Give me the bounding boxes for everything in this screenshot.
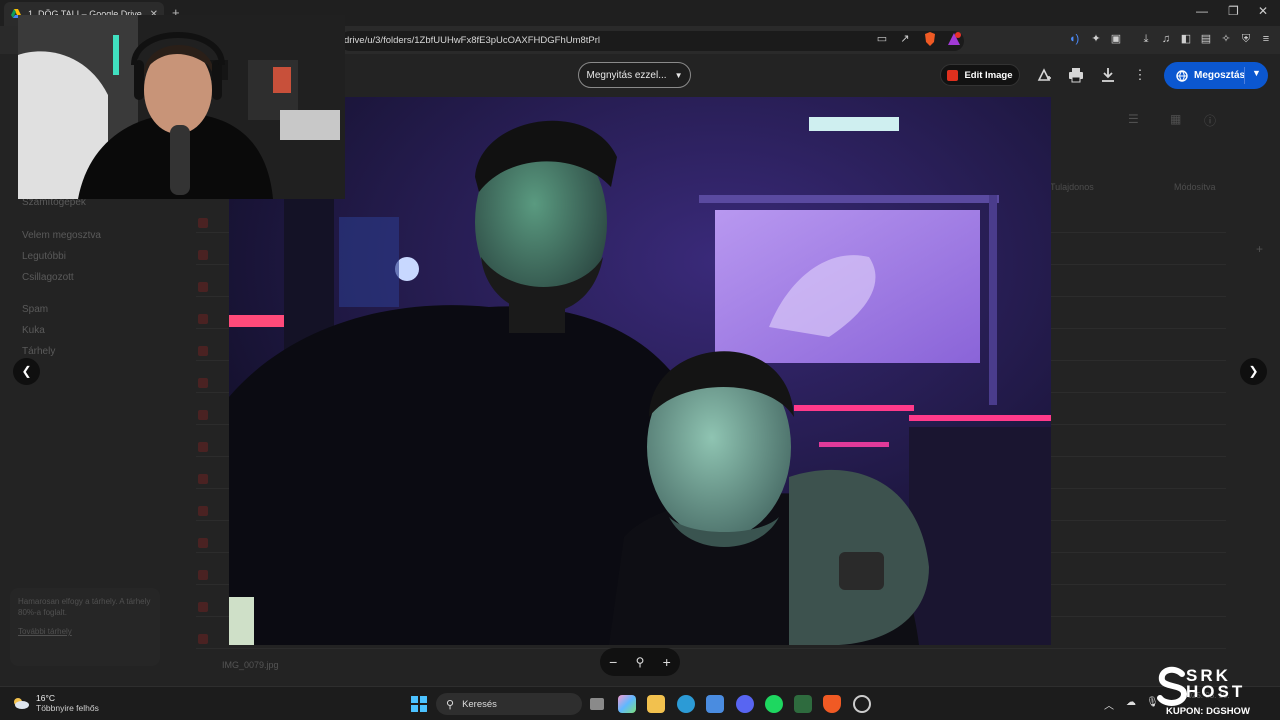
terminal-icon[interactable] bbox=[794, 695, 812, 713]
image-file-icon bbox=[198, 538, 208, 548]
address-bar[interactable]: drive/u/3/folders/1ZbfUUHwFx8fE3pUcOAXFH… bbox=[340, 31, 964, 51]
list-view-icon: ☰ bbox=[1128, 112, 1139, 126]
sidebar-item-trash: Kuka bbox=[22, 325, 45, 336]
sidebar-item-storage: Tárhely bbox=[22, 346, 56, 357]
search-icon: ⚲ bbox=[446, 698, 455, 711]
image-file-icon bbox=[198, 634, 208, 644]
copilot-icon[interactable] bbox=[618, 695, 636, 713]
next-arrow-icon[interactable]: ❯ bbox=[1240, 358, 1267, 385]
minimize-icon[interactable]: — bbox=[1196, 4, 1208, 18]
screen: 1. DÖG TALI – Google Drive ✕ + — ❐ ✕ dri… bbox=[0, 0, 1280, 720]
discord-icon[interactable] bbox=[736, 695, 754, 713]
brave-icon[interactable] bbox=[823, 695, 841, 713]
image-file-icon bbox=[198, 602, 208, 612]
sidebar-item-spam: Spam bbox=[22, 304, 49, 315]
close-window-icon[interactable]: ✕ bbox=[1258, 4, 1268, 18]
caret-down-icon: ▼ bbox=[674, 70, 683, 80]
brand-line-2: HOST bbox=[1186, 682, 1246, 701]
sidebar-item-recent: Legutóbbi bbox=[22, 251, 66, 262]
media-icon[interactable]: ♫ bbox=[1158, 31, 1174, 47]
globe-icon bbox=[1176, 69, 1188, 82]
tray-overflow-icon[interactable]: ︿ bbox=[1104, 697, 1114, 712]
share-divider bbox=[1244, 67, 1245, 84]
temperature: 16°C bbox=[36, 693, 55, 703]
file-name: IMG_0079.jpg bbox=[222, 660, 279, 670]
open-with-button[interactable]: Megnyitás ezzel... ▼ bbox=[578, 62, 691, 88]
windows-start-icon[interactable] bbox=[410, 695, 428, 713]
share-label: Megosztás bbox=[1194, 70, 1246, 81]
image-file-icon bbox=[198, 442, 208, 452]
open-with-label: Megnyitás ezzel... bbox=[586, 69, 667, 81]
previous-arrow-icon[interactable]: ❮ bbox=[13, 358, 40, 385]
storage-text: Hamarosan elfogy a tárhely. A tárhely 80… bbox=[18, 597, 151, 617]
sidebar-item-shared: Velem megosztva bbox=[22, 230, 101, 241]
image-file-icon bbox=[198, 250, 208, 260]
edit-image-button[interactable]: Edit Image bbox=[940, 64, 1020, 86]
brave-rewards-icon[interactable] bbox=[946, 31, 962, 47]
brand-name: SRK HOST bbox=[1186, 667, 1246, 701]
onedrive-icon[interactable]: ☁ bbox=[1126, 697, 1136, 708]
add-icon: + bbox=[1256, 242, 1264, 256]
storage-warning: Hamarosan elfogy a tárhely. A tárhely 80… bbox=[10, 588, 160, 666]
spotify-icon[interactable] bbox=[765, 695, 783, 713]
share-page-icon[interactable]: ↗ bbox=[897, 31, 913, 47]
column-owner: Tulajdonos bbox=[1050, 182, 1094, 192]
brave-shield-icon[interactable] bbox=[922, 31, 938, 47]
image-file-icon bbox=[198, 346, 208, 356]
more-vert-icon[interactable]: ⋮ bbox=[1131, 66, 1149, 84]
search-placeholder: Keresés bbox=[462, 698, 497, 710]
downloads-icon[interactable]: ⤓ bbox=[1138, 31, 1154, 47]
download-icon[interactable] bbox=[1099, 66, 1117, 84]
store-icon[interactable] bbox=[706, 695, 724, 713]
zoom-icon[interactable]: ⚲ bbox=[636, 655, 645, 669]
grid-view-icon: ▦ bbox=[1170, 112, 1182, 126]
drive-add-icon[interactable] bbox=[1035, 66, 1053, 84]
vpn-icon[interactable]: ⛨ bbox=[1238, 31, 1254, 47]
cast-icon[interactable]: ▭ bbox=[874, 31, 890, 47]
sidebar-item-starred: Csillagozott bbox=[22, 272, 74, 283]
file-row-divider bbox=[196, 648, 1226, 649]
column-modified: Módosítva bbox=[1174, 182, 1216, 192]
image-file-icon bbox=[198, 314, 208, 324]
image-file-icon bbox=[198, 410, 208, 420]
extensions-icon[interactable]: ✦ bbox=[1088, 31, 1104, 47]
edit-image-label: Edit Image bbox=[964, 69, 1013, 81]
weather-widget[interactable]: 16°C Többnyire felhős bbox=[12, 693, 99, 713]
coupon-code: KUPON: DGSHOW bbox=[1166, 706, 1250, 717]
acrobat-icon bbox=[947, 69, 959, 81]
share-button[interactable]: Megosztás ▼ bbox=[1164, 62, 1268, 89]
menu-icon[interactable]: ≡ bbox=[1258, 31, 1274, 47]
info-icon: ⓘ bbox=[1204, 114, 1217, 128]
weather-description: Többnyire felhős bbox=[36, 703, 99, 713]
storage-link: További tárhely bbox=[18, 627, 72, 636]
zoom-controls: − ⚲ + bbox=[600, 648, 680, 676]
image-file-icon bbox=[198, 506, 208, 516]
cloud-icon bbox=[14, 698, 29, 709]
edge-icon[interactable] bbox=[677, 695, 695, 713]
sidebar-icon[interactable]: ◧ bbox=[1178, 31, 1194, 47]
task-view-icon[interactable] bbox=[590, 698, 604, 710]
audio-icon[interactable]: ◖) bbox=[1066, 31, 1082, 47]
print-icon[interactable] bbox=[1067, 66, 1085, 84]
leo-ai-icon[interactable]: ✧ bbox=[1218, 31, 1234, 47]
obs-icon[interactable] bbox=[853, 695, 871, 713]
srk-logo-icon bbox=[1157, 666, 1188, 706]
image-file-icon bbox=[198, 570, 208, 580]
taskbar-search[interactable]: ⚲ Keresés bbox=[436, 693, 582, 715]
image-file-icon bbox=[198, 218, 208, 228]
image-file-icon bbox=[198, 474, 208, 484]
share-caret-icon[interactable]: ▼ bbox=[1252, 68, 1261, 78]
screenshot-icon[interactable]: ▣ bbox=[1108, 31, 1124, 47]
wallet-icon[interactable]: ▤ bbox=[1198, 31, 1214, 47]
file-explorer-icon[interactable] bbox=[647, 695, 665, 713]
preview-photo bbox=[229, 97, 1051, 645]
zoom-out-icon[interactable]: − bbox=[609, 654, 617, 670]
windows-taskbar: 16°C Többnyire felhős ⚲ Keresés ︿ ☁ 🎙 20… bbox=[0, 686, 1280, 720]
image-file-icon bbox=[198, 378, 208, 388]
maximize-icon[interactable]: ❐ bbox=[1228, 4, 1239, 18]
zoom-in-icon[interactable]: + bbox=[663, 654, 671, 670]
srk-host-watermark: SRK HOST KUPON: DGSHOW bbox=[1156, 666, 1276, 720]
image-file-icon bbox=[198, 282, 208, 292]
webcam-overlay bbox=[18, 15, 345, 199]
